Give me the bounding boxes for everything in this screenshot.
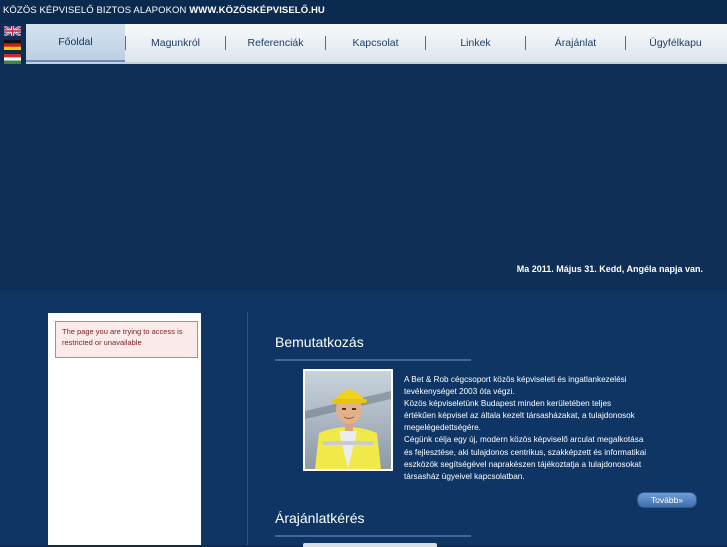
nav-item-links[interactable]: Linkek (426, 24, 525, 62)
german-flag-icon[interactable] (4, 40, 21, 50)
main-content: The page you are trying to access is res… (0, 290, 727, 547)
intro-paragraph: Közös képviseletünk Budapest minden kerü… (404, 399, 635, 433)
tagline-url[interactable]: WWW.KÖZÖSKÉPVISELŐ.HU (189, 5, 325, 16)
section-rule (275, 535, 471, 537)
more-button[interactable]: Tovább» (637, 492, 697, 508)
tagline-prefix: KÖZÖS KÉPVISELŐ BIZTOS ALAPOKON (3, 5, 187, 16)
intro-text: A Bet & Rob cégcsoport közös képviseleti… (313, 374, 646, 483)
nav-item-client-portal[interactable]: Ügyfélkapu (626, 24, 725, 62)
section-rule (275, 359, 471, 361)
section-title-quote: Árajánlatkérés (275, 510, 365, 526)
nav-item-contact[interactable]: Kapcsolat (326, 24, 425, 62)
uk-flag-icon[interactable] (4, 26, 21, 36)
nav-item-about[interactable]: Magunkról (126, 24, 225, 62)
hungarian-flag-icon[interactable] (4, 54, 21, 64)
quote-form-input[interactable] (303, 543, 437, 547)
date-line: Ma 2011. Május 31. Kedd, Angéla napja va… (516, 264, 703, 274)
nav-item-references[interactable]: Referenciák (226, 24, 325, 62)
column-divider (247, 312, 248, 545)
top-bar: KÖZÖS KÉPVISELŐ BIZTOS ALAPOKON WWW.KÖZÖ… (0, 0, 727, 24)
intro-paragraph: A Bet & Rob cégcsoport közös képviseleti… (404, 375, 627, 397)
section-title-intro: Bemutatkozás (275, 334, 364, 350)
site-tagline: KÖZÖS KÉPVISELŐ BIZTOS ALAPOKON WWW.KÖZÖ… (3, 5, 325, 16)
sidebar-panel: The page you are trying to access is res… (48, 313, 201, 545)
banner: Ma 2011. Május 31. Kedd, Angéla napja va… (0, 64, 727, 290)
intro-paragraph: Cégünk célja egy új, modern közös képvis… (404, 435, 647, 481)
nav-item-pricing[interactable]: Árajánlat (526, 24, 625, 62)
error-message: The page you are trying to access is res… (55, 321, 198, 358)
nav-item-home[interactable]: Főoldal (26, 24, 125, 62)
main-nav: Főoldal Magunkról Referenciák Kapcsolat … (26, 24, 727, 64)
